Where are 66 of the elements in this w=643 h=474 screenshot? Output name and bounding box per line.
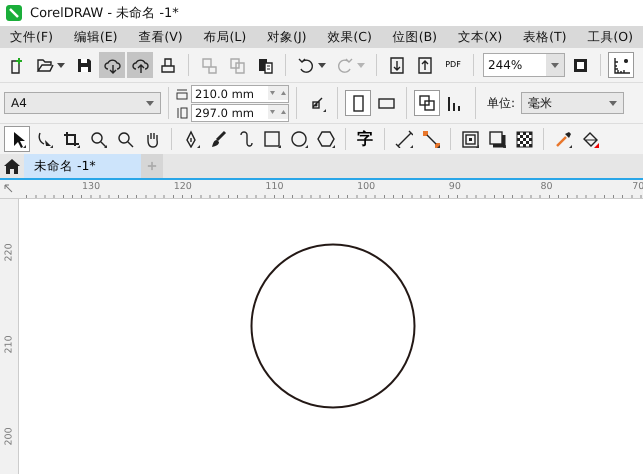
menu-item[interactable]: 布局(L)	[204, 28, 246, 46]
import-icon	[388, 56, 406, 74]
crop-icon	[62, 130, 80, 148]
paint-bucket-icon	[581, 130, 599, 148]
text-tool[interactable]: 字	[352, 126, 378, 152]
document-tab[interactable]: 未命名 -1*	[24, 154, 141, 178]
drop-shadow-icon	[488, 130, 506, 148]
portrait-button[interactable]	[345, 90, 371, 116]
magnifier-icon	[116, 130, 134, 148]
checkerboard-icon	[515, 130, 533, 148]
clipboard-icon	[256, 56, 274, 74]
ruler-origin-icon[interactable]	[3, 183, 15, 195]
height-icon	[176, 106, 188, 118]
width-field[interactable]: 210.0 mm	[191, 84, 289, 102]
dimension-line-icon	[395, 130, 413, 148]
rectangle-icon	[263, 130, 281, 148]
pdf-export-button[interactable]: PDF	[440, 52, 466, 78]
pick-tool[interactable]	[4, 126, 30, 152]
download-button[interactable]	[99, 52, 125, 78]
vertical-ruler: 220 210 200	[0, 199, 19, 474]
unit-dropdown[interactable]: 毫米	[521, 92, 624, 114]
caret-icon	[146, 100, 154, 106]
ruler-options-button[interactable]	[608, 52, 634, 78]
brush-icon	[209, 130, 227, 148]
hexagon-icon	[317, 130, 335, 148]
menu-item[interactable]: 工具(O)	[587, 28, 633, 46]
circle-icon	[290, 130, 308, 148]
plus-icon	[147, 160, 157, 172]
menu-item[interactable]: 位图(B)	[392, 28, 438, 46]
copy-icon	[228, 56, 246, 74]
caret-icon	[318, 62, 326, 68]
menu-item[interactable]: 查看(V)	[138, 28, 183, 46]
menu-item[interactable]: 文本(X)	[458, 28, 502, 46]
printer-icon	[159, 56, 177, 74]
unit-label: 单位:	[487, 94, 516, 112]
eyedropper-icon	[554, 130, 572, 148]
magnifier-icon	[89, 130, 107, 148]
page-size-dropdown[interactable]: A4	[4, 92, 161, 114]
document-stack-icon	[200, 56, 218, 74]
menu-item[interactable]: 表格(T)	[523, 28, 567, 46]
caret-icon	[357, 62, 365, 68]
menu-item[interactable]: 效果(C)	[327, 28, 372, 46]
caret-icon	[551, 62, 559, 68]
caret-icon	[57, 62, 65, 68]
export-icon	[416, 56, 434, 74]
zoom-combo[interactable]: 244%	[483, 53, 565, 77]
nested-squares-icon	[461, 130, 479, 148]
app-logo-icon	[6, 5, 22, 21]
undo-icon	[297, 56, 315, 74]
connector-icon	[422, 130, 440, 148]
menu-item[interactable]: 对象(J)	[267, 28, 307, 46]
pages-button[interactable]	[414, 90, 440, 116]
redo-icon	[336, 56, 354, 74]
height-field[interactable]: 297.0 mm	[191, 104, 289, 122]
spinner-arrows-icon[interactable]	[268, 104, 288, 118]
spinner-arrows-icon[interactable]	[268, 86, 288, 100]
caret-icon	[609, 100, 618, 106]
menu-item[interactable]: 文件(F)	[10, 28, 53, 46]
overlapping-squares-icon	[418, 94, 436, 112]
ruler-icon	[612, 56, 630, 74]
menu-item[interactable]: 编辑(E)	[74, 28, 118, 46]
home-icon	[3, 157, 21, 175]
window-title: CorelDRAW - 未命名 -1*	[30, 5, 179, 22]
fullscreen-icon	[571, 56, 589, 74]
width-icon	[176, 88, 188, 100]
upload-button[interactable]	[127, 52, 153, 78]
